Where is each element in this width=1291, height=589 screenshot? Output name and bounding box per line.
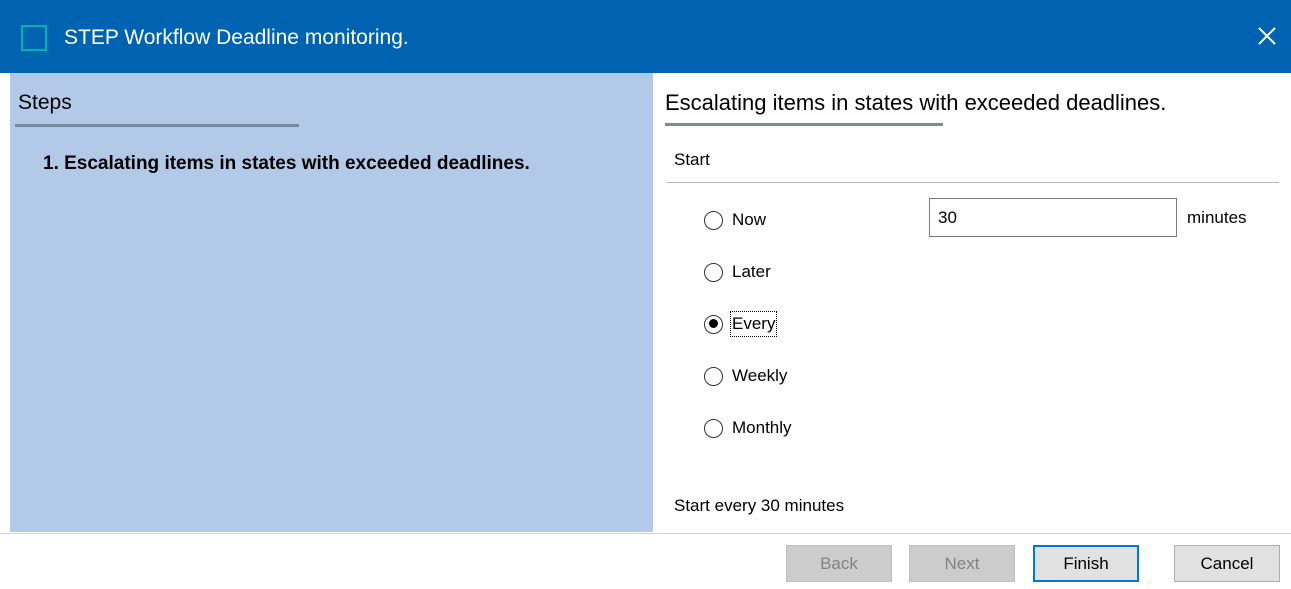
radio-weekly-button[interactable] <box>704 366 723 386</box>
radio-now[interactable]: Now <box>704 207 766 233</box>
radio-weekly[interactable]: Weekly <box>704 363 787 389</box>
page-title-underline <box>665 123 943 126</box>
radio-monthly[interactable]: Monthly <box>704 415 792 441</box>
radio-now-button[interactable] <box>704 210 723 230</box>
radio-every-label[interactable]: Every <box>729 311 778 337</box>
back-button[interactable]: Back <box>786 545 892 582</box>
title-bar: STEP Workflow Deadline monitoring. <box>0 0 1291 73</box>
footer-divider <box>0 533 1291 534</box>
radio-now-label[interactable]: Now <box>732 209 766 231</box>
cancel-button[interactable]: Cancel <box>1174 545 1280 582</box>
steps-title-underline <box>15 124 299 127</box>
start-section-label: Start <box>674 150 710 169</box>
interval-input[interactable]: 30 <box>929 198 1177 237</box>
steps-panel: Steps 1. Escalating items in states with… <box>10 73 653 532</box>
next-button[interactable]: Next <box>909 545 1015 582</box>
window-frame <box>0 73 10 532</box>
radio-monthly-label[interactable]: Monthly <box>732 417 792 439</box>
radio-later-button[interactable] <box>704 262 723 282</box>
radio-every-button[interactable] <box>704 314 723 334</box>
interval-unit-label: minutes <box>1187 208 1247 227</box>
finish-button[interactable]: Finish <box>1033 545 1139 582</box>
app-icon <box>21 25 47 51</box>
window-title: STEP Workflow Deadline monitoring. <box>64 26 409 49</box>
close-icon <box>1258 27 1276 45</box>
radio-monthly-button[interactable] <box>704 418 723 438</box>
steps-title: Steps <box>18 91 72 114</box>
step-item-1: 1. Escalating items in states with excee… <box>43 153 530 174</box>
section-divider <box>667 182 1279 183</box>
close-button[interactable] <box>1241 0 1291 73</box>
page-title: Escalating items in states with exceeded… <box>665 90 1167 115</box>
schedule-summary: Start every 30 minutes <box>674 496 845 515</box>
radio-later[interactable]: Later <box>704 259 771 285</box>
radio-later-label[interactable]: Later <box>732 261 771 283</box>
radio-weekly-label[interactable]: Weekly <box>732 365 787 387</box>
radio-every[interactable]: Every <box>704 311 778 337</box>
